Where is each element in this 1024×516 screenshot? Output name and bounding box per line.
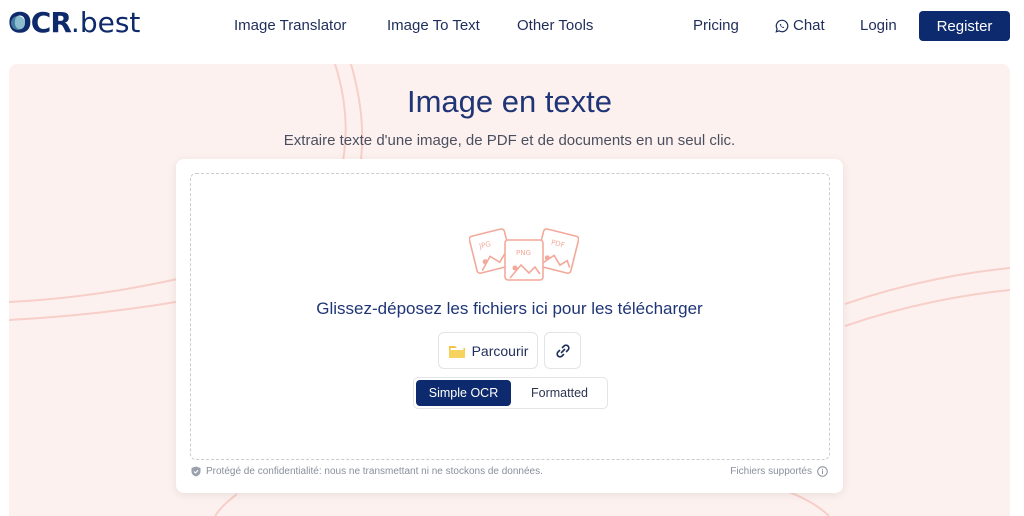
browse-button[interactable]: Parcourir bbox=[438, 332, 538, 369]
register-button[interactable]: Register bbox=[919, 11, 1010, 41]
privacy-text: Protégé de confidentialité: nous ne tran… bbox=[206, 466, 543, 477]
supported-files-link[interactable]: Fichiers supportés bbox=[730, 466, 828, 477]
ocr-mode-toggle: Simple OCR Formatted bbox=[413, 377, 608, 409]
nav-chat[interactable]: Chat bbox=[775, 17, 825, 34]
drop-instructions: Glissez-déposez les fichiers ici pour le… bbox=[316, 299, 703, 318]
url-upload-button[interactable] bbox=[544, 332, 581, 369]
folder-icon bbox=[448, 345, 465, 358]
supported-files-label: Fichiers supportés bbox=[730, 466, 812, 477]
mode-simple-ocr[interactable]: Simple OCR bbox=[416, 380, 511, 406]
ocr-best-logo[interactable]: OCR. best bbox=[8, 8, 140, 38]
page-subtitle: Extraire texte d'une image, de PDF et de… bbox=[283, 132, 736, 149]
upload-card: JPG PNG PDF Glissez-déposez les fichiers… bbox=[176, 159, 843, 493]
nav-image-to-text[interactable]: Image To Text bbox=[387, 17, 480, 34]
logo-ocr-text: OCR bbox=[8, 6, 72, 39]
nav-login[interactable]: Login bbox=[860, 17, 897, 34]
privacy-notice: Protégé de confidentialité: nous ne tran… bbox=[191, 466, 543, 477]
chat-bubble-icon bbox=[775, 19, 789, 33]
mode-formatted[interactable]: Formatted bbox=[513, 380, 606, 406]
nav-image-translator[interactable]: Image Translator bbox=[234, 17, 347, 34]
chat-label: Chat bbox=[793, 17, 825, 34]
nav-pricing[interactable]: Pricing bbox=[693, 17, 739, 34]
browse-label: Parcourir bbox=[471, 342, 529, 359]
file-types-icon: JPG PNG PDF bbox=[469, 228, 579, 281]
png-label: PNG bbox=[516, 249, 531, 257]
logo-best-text: best bbox=[79, 6, 141, 39]
nav-other-tools[interactable]: Other Tools bbox=[517, 17, 593, 34]
page-title: Image en texte bbox=[406, 84, 613, 119]
info-icon bbox=[817, 466, 828, 477]
file-dropzone[interactable]: JPG PNG PDF Glissez-déposez les fichiers… bbox=[190, 173, 830, 460]
shield-icon bbox=[191, 466, 201, 477]
site-header: OCR. best Image Translator Image To Text … bbox=[0, 0, 1024, 58]
link-icon bbox=[555, 343, 570, 358]
logo-dot: . bbox=[70, 6, 80, 39]
